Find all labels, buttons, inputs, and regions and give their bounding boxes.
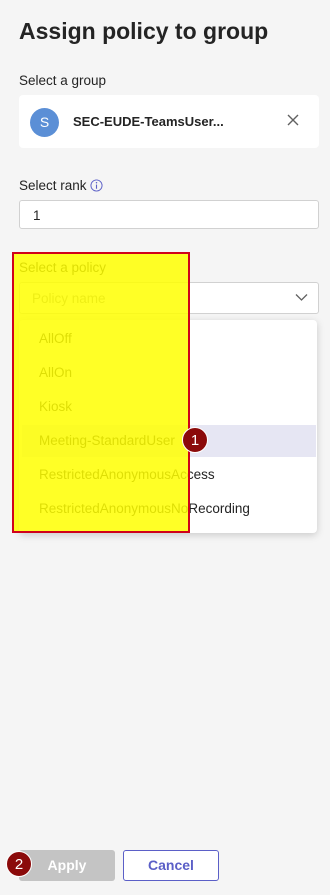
selected-group-card: S SEC-EUDE-TeamsUser...: [19, 95, 319, 148]
chevron-down-icon: [295, 294, 308, 301]
policy-option[interactable]: AllOff: [22, 323, 316, 355]
close-icon[interactable]: [285, 112, 301, 128]
avatar: S: [30, 108, 59, 137]
policy-option[interactable]: Kiosk: [22, 391, 316, 423]
selected-group-name: SEC-EUDE-TeamsUser...: [73, 114, 224, 129]
apply-button[interactable]: Apply: [19, 850, 115, 881]
policy-dropdown[interactable]: Policy name: [19, 282, 319, 314]
policy-option-selected[interactable]: Meeting-StandardUser: [22, 425, 316, 457]
step-1-badge: 1: [182, 427, 208, 453]
page-title: Assign policy to group: [19, 18, 269, 44]
policy-option[interactable]: RestrictedAnonymousNoRecording: [22, 493, 316, 525]
policy-options-list: AllOff AllOn Kiosk Meeting-StandardUser …: [19, 320, 317, 533]
cancel-button[interactable]: Cancel: [123, 850, 219, 881]
rank-label: Select rank: [19, 178, 103, 193]
rank-label-text: Select rank: [19, 178, 87, 193]
policy-option[interactable]: RestrictedAnonymousAccess: [22, 459, 316, 491]
policy-option[interactable]: AllOn: [22, 357, 316, 389]
policy-placeholder: Policy name: [32, 291, 106, 306]
policy-label: Select a policy: [19, 260, 107, 275]
group-label: Select a group: [19, 73, 107, 88]
rank-input[interactable]: 1: [19, 200, 319, 229]
info-icon[interactable]: [90, 179, 103, 192]
step-2-badge: 2: [6, 851, 32, 877]
